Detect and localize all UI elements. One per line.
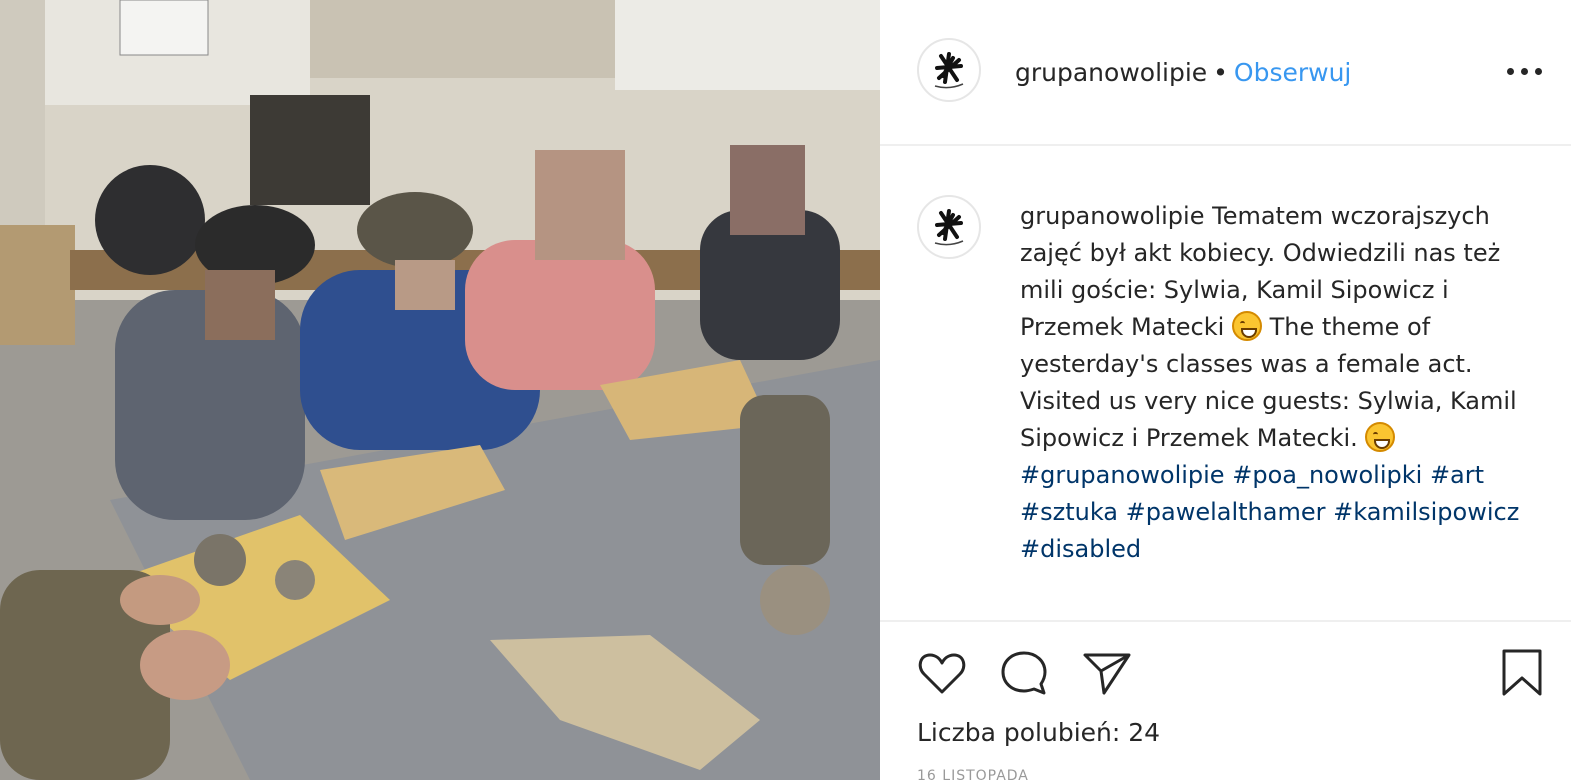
photo-face-1 <box>205 270 275 340</box>
photo-clay-1 <box>194 534 246 586</box>
post-actions: Liczba polubień: 24 16 LISTOPADA <box>880 620 1571 780</box>
post-sidebar: grupanowolipie • Obserwuj grupanowolipie T… <box>880 0 1571 780</box>
caption-hashtags: #grupanowolipie #poa_nowolipki #art #szt… <box>1020 461 1519 563</box>
heart-icon[interactable] <box>915 646 969 700</box>
hashtag-link[interactable]: #kamilsipowicz <box>1333 498 1519 526</box>
more-options-icon[interactable] <box>1505 56 1545 86</box>
post-photo[interactable] <box>0 0 880 780</box>
photo-face-3 <box>535 150 625 260</box>
header-separator: • <box>1213 58 1228 87</box>
photo-hand-2 <box>120 575 200 625</box>
grinning-face-emoji-icon <box>1231 311 1262 341</box>
comment-icon[interactable] <box>997 646 1051 700</box>
photo-sculpture <box>740 395 830 565</box>
photo-hat-2 <box>357 192 473 268</box>
bookmark-icon[interactable] <box>1495 646 1549 700</box>
hashtag-link[interactable]: #poa_nowolipki <box>1232 461 1422 489</box>
photo-clay-2 <box>275 560 315 600</box>
post-header: grupanowolipie • Obserwuj <box>880 0 1571 146</box>
photo-box <box>0 225 75 345</box>
photo-bag <box>95 165 205 275</box>
photo-clay-head <box>760 565 830 635</box>
photo-calendar <box>119 0 209 56</box>
header-username-row: grupanowolipie • Obserwuj <box>1015 56 1351 90</box>
hashtag-link[interactable]: #disabled <box>1020 535 1141 563</box>
photo-cupboard <box>615 0 880 90</box>
header-username[interactable]: grupanowolipie <box>1015 58 1207 87</box>
hashtag-link[interactable]: #grupanowolipie <box>1020 461 1225 489</box>
grinning-face-emoji-icon <box>1365 422 1396 452</box>
caption-username[interactable]: grupanowolipie <box>1020 202 1204 230</box>
group-logo-icon <box>934 52 964 89</box>
group-logo-icon <box>934 209 964 246</box>
post-date: 16 LISTOPADA <box>917 768 1029 780</box>
photo-face-4 <box>730 145 805 235</box>
photo-shelf <box>310 0 620 78</box>
photo-grid-panel <box>250 95 370 205</box>
hashtag-link[interactable]: #sztuka <box>1020 498 1118 526</box>
profile-avatar[interactable] <box>917 38 981 102</box>
photo-hand <box>140 630 230 700</box>
hashtag-link[interactable]: #pawelalthamer <box>1126 498 1326 526</box>
caption-avatar[interactable] <box>917 195 981 259</box>
photo-face-2 <box>395 260 455 310</box>
post-caption: grupanowolipie Tematem wczorajszych zaję… <box>1020 198 1540 568</box>
hashtag-link[interactable]: #art <box>1430 461 1484 489</box>
follow-button[interactable]: Obserwuj <box>1234 58 1351 87</box>
share-icon[interactable] <box>1080 646 1134 700</box>
photo-person-3 <box>465 240 655 390</box>
workshop-photo <box>0 0 880 780</box>
likes-count[interactable]: Liczba polubień: 24 <box>917 716 1160 750</box>
